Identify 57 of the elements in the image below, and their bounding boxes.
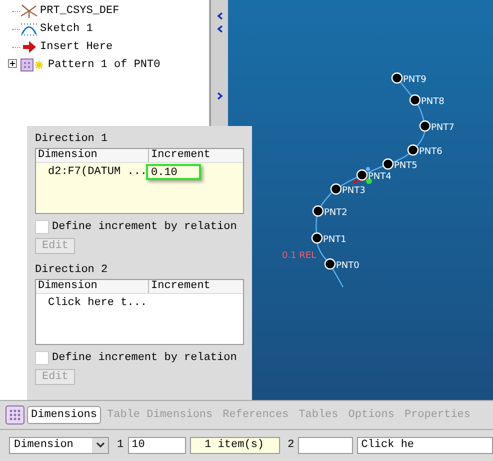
table-cell[interactable]: d2:F7(DATUM ...	[36, 166, 146, 178]
datum-point[interactable]	[311, 232, 323, 244]
arrow-icon	[20, 40, 38, 54]
section-title: Direction 2	[35, 264, 109, 278]
sketch-icon	[20, 22, 38, 36]
datum-point[interactable]	[407, 144, 419, 156]
dimension-value: 0.1 REL	[282, 251, 316, 261]
datum-point[interactable]	[356, 169, 368, 181]
datum-point[interactable]	[330, 183, 342, 195]
tree-item[interactable]: Pattern 1 of PNT0	[48, 59, 160, 71]
checkbox[interactable]	[35, 351, 49, 365]
tree-item[interactable]: Insert Here	[40, 41, 113, 53]
count-field[interactable]	[298, 436, 354, 454]
point-label: PNT7	[431, 123, 454, 133]
datum-point[interactable]	[382, 158, 394, 170]
point-label: PNT3	[342, 186, 366, 196]
column-header[interactable]: Increment	[148, 149, 241, 162]
point-label: PNT6	[419, 147, 442, 157]
checkbox-label: Define increment by relation	[52, 221, 237, 233]
direction-number: 1	[117, 439, 124, 451]
point-label: PNT5	[394, 161, 418, 171]
point-label: PNT4	[368, 172, 392, 182]
tree-item[interactable]: Sketch 1	[40, 23, 93, 35]
coordinate-system-icon	[20, 4, 38, 18]
count-field[interactable]: 10	[128, 436, 186, 454]
items-field[interactable]: 1 item(s)	[190, 436, 280, 454]
table-cell[interactable]: Click here t...	[36, 296, 146, 308]
point-label: PNT1	[323, 235, 346, 245]
direction-number: 2	[288, 439, 294, 451]
datum-point[interactable]	[409, 94, 421, 106]
tree-item[interactable]: PRT_CSYS_DEF	[40, 5, 120, 17]
table-cell[interactable]: 0.10	[146, 164, 201, 180]
items-field[interactable]: Click he	[357, 436, 493, 454]
dimension-marker	[353, 177, 370, 184]
datum-point[interactable]	[324, 258, 336, 270]
point-label: PNT0	[336, 261, 360, 271]
dimension-table[interactable]: Dimension Increment Click here t...	[35, 279, 244, 345]
point-label: PNT9	[403, 75, 426, 85]
datum-point[interactable]	[419, 120, 431, 132]
dimension-table[interactable]: Dimension Increment d2:F7(DATUM ... 0.10	[35, 148, 244, 214]
checkbox-label: Define increment by relation	[52, 352, 237, 364]
point-label: PNT8	[421, 97, 444, 107]
datum-point[interactable]	[391, 72, 403, 84]
section-title: Direction 1	[35, 133, 109, 147]
column-header[interactable]: Dimension	[36, 280, 148, 293]
caret-icon	[96, 442, 104, 448]
column-header[interactable]: Increment	[148, 280, 241, 293]
datum-point[interactable]	[312, 205, 324, 217]
tab[interactable]: Dimensions	[27, 406, 102, 424]
pattern-icon	[20, 58, 46, 72]
drag-handle[interactable]	[366, 167, 370, 171]
pattern-icon[interactable]	[5, 405, 25, 425]
type-dropdown[interactable]: Dimension	[9, 436, 109, 454]
point-label: PNT2	[324, 208, 348, 218]
drag-handle[interactable]	[366, 178, 372, 184]
column-header[interactable]: Dimension	[36, 149, 148, 162]
checkbox[interactable]	[35, 220, 49, 234]
